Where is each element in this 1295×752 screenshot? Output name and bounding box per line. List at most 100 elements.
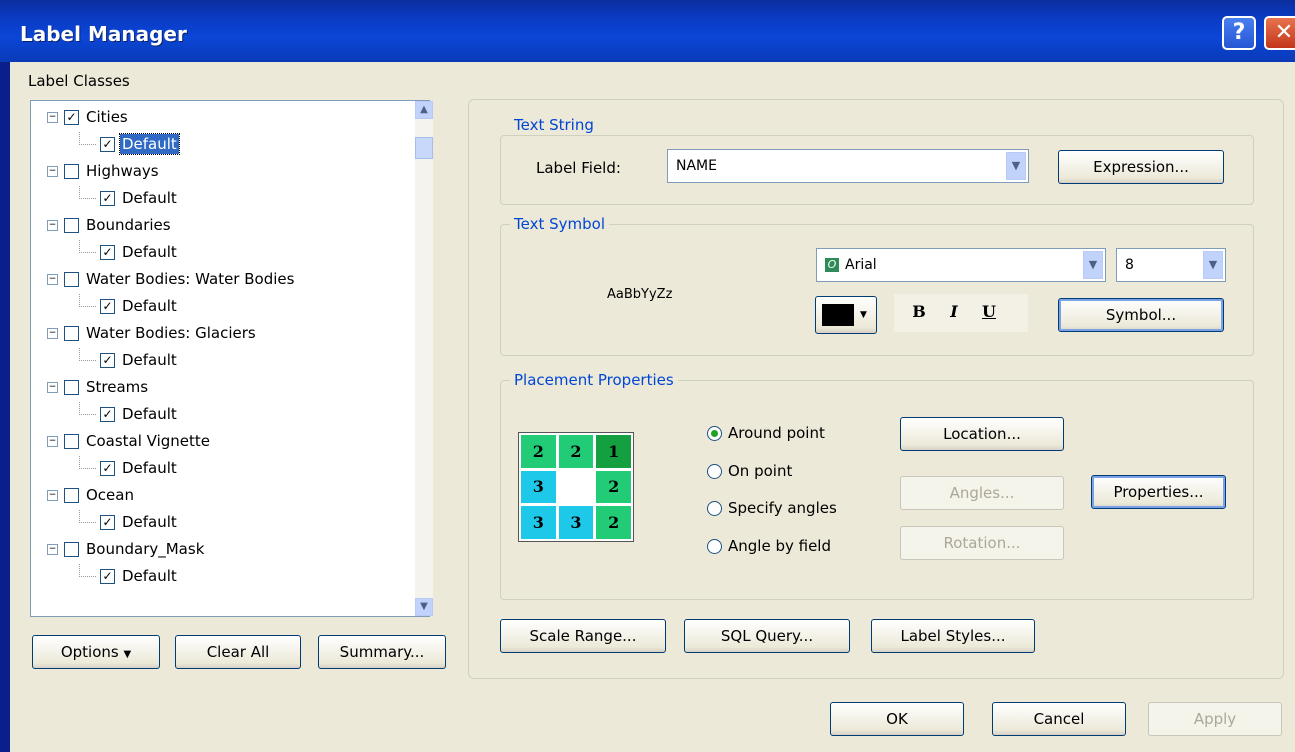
properties-button[interactable]: Properties... [1091, 475, 1226, 509]
ok-button[interactable]: OK [830, 702, 964, 736]
font-size-select[interactable]: 8 ▼ [1116, 248, 1226, 282]
tree-item-class[interactable]: ✓ Default [79, 401, 179, 426]
color-picker-button[interactable]: ▼ [815, 296, 877, 334]
chevron-down-icon[interactable]: ▼ [1203, 251, 1223, 279]
checkbox[interactable] [64, 163, 79, 179]
rotation-button[interactable]: Rotation... [900, 526, 1064, 560]
tree-item-class[interactable]: ✓ Default [79, 239, 179, 264]
radio-icon[interactable] [707, 425, 722, 441]
scroll-thumb[interactable] [415, 137, 433, 159]
collapse-icon[interactable]: − [47, 381, 58, 393]
underline-button[interactable]: U [975, 297, 1003, 327]
bold-button[interactable]: B [905, 297, 933, 327]
label-classes-tree[interactable]: ▲ ▼ − ✓ Cities ✓ Default − Highways ✓ Default − Bo… [30, 100, 433, 617]
radio-icon[interactable] [707, 463, 722, 479]
label-field-select[interactable]: NAME ▼ [667, 149, 1029, 183]
checkbox[interactable] [64, 379, 79, 395]
summary-button[interactable]: Summary... [318, 635, 446, 669]
tree-item-layer[interactable]: − Water Bodies: Water Bodies [47, 267, 296, 291]
checkbox[interactable]: ✓ [100, 136, 115, 152]
italic-button[interactable]: I [940, 297, 968, 327]
radio-label: On point [728, 462, 793, 480]
angles-button[interactable]: Angles... [900, 476, 1064, 510]
checkbox[interactable]: ✓ [100, 352, 115, 368]
checkbox[interactable] [64, 217, 79, 233]
tree-scrollbar[interactable]: ▲ ▼ [415, 101, 433, 616]
tree-item-label: Coastal Vignette [86, 432, 211, 450]
cancel-button[interactable]: Cancel [992, 702, 1126, 736]
tree-item-layer[interactable]: − Coastal Vignette [47, 429, 212, 453]
radio-label: Angle by field [728, 537, 831, 555]
tree-item-layer[interactable]: − Streams [47, 375, 150, 399]
radio-icon[interactable] [707, 500, 722, 516]
chevron-down-icon[interactable]: ▼ [1006, 152, 1026, 180]
checkbox[interactable]: ✓ [100, 406, 115, 422]
checkbox[interactable] [64, 271, 79, 287]
collapse-icon[interactable]: − [47, 435, 58, 447]
radio-specify-angles[interactable]: Specify angles [707, 499, 837, 517]
grid-cell: 3 [558, 506, 594, 539]
radio-around-point[interactable]: Around point [707, 424, 825, 442]
checkbox[interactable]: ✓ [100, 244, 115, 260]
collapse-icon[interactable]: − [47, 489, 58, 501]
scroll-up-icon[interactable]: ▲ [415, 101, 433, 119]
collapse-icon[interactable]: − [47, 273, 58, 285]
font-select[interactable]: O Arial ▼ [816, 248, 1106, 282]
collapse-icon[interactable]: − [47, 219, 58, 231]
tree-item-layer[interactable]: − Boundary_Mask [47, 537, 206, 561]
collapse-icon[interactable]: − [47, 327, 58, 339]
expression-button[interactable]: Expression... [1058, 150, 1224, 184]
tree-item-class[interactable]: ✓ Default [79, 293, 179, 318]
checkbox[interactable]: ✓ [100, 460, 115, 476]
collapse-icon[interactable]: − [47, 543, 58, 555]
window-title: Label Manager [20, 22, 187, 46]
tree-item-class[interactable]: ✓ Default [79, 509, 179, 534]
checkbox[interactable] [64, 487, 79, 503]
label-styles-button[interactable]: Label Styles... [871, 619, 1035, 653]
tree-item-layer[interactable]: − ✓ Cities [47, 105, 130, 129]
tree-item-layer[interactable]: − Boundaries [47, 213, 173, 237]
help-button[interactable]: ? [1222, 16, 1256, 50]
options-button[interactable]: Options ▼ [32, 635, 160, 669]
checkbox[interactable]: ✓ [100, 298, 115, 314]
tree-item-class[interactable]: ✓ Default [79, 563, 179, 588]
radio-icon[interactable] [707, 538, 722, 554]
tree-item-class[interactable]: ✓ Default [79, 455, 179, 480]
checkbox[interactable]: ✓ [100, 514, 115, 530]
tree-item-label: Ocean [86, 486, 134, 504]
grid-cell [558, 470, 594, 504]
sql-query-button[interactable]: SQL Query... [684, 619, 850, 653]
tree-item-layer[interactable]: − Highways [47, 159, 161, 183]
tree-item-class[interactable]: ✓ Default [79, 347, 179, 372]
collapse-icon[interactable]: − [47, 111, 58, 123]
radio-label: Around point [728, 424, 825, 442]
scroll-down-icon[interactable]: ▼ [415, 598, 433, 616]
tree-item-label: Default [122, 243, 177, 261]
clear-all-button[interactable]: Clear All [175, 635, 301, 669]
location-button[interactable]: Location... [900, 417, 1064, 451]
checkbox[interactable] [64, 541, 79, 557]
tree-item-layer[interactable]: − Ocean [47, 483, 136, 507]
dialog-body: Label Classes ▲ ▼ − ✓ Cities ✓ Default − Highw… [10, 62, 1295, 752]
chevron-down-icon[interactable]: ▼ [1083, 251, 1103, 279]
checkbox[interactable]: ✓ [64, 109, 79, 125]
scale-range-button[interactable]: Scale Range... [500, 619, 666, 653]
symbol-button[interactable]: Symbol... [1058, 298, 1224, 332]
tree-item-label: Water Bodies: Glaciers [86, 324, 256, 342]
tree-item-class[interactable]: ✓ Default [79, 131, 180, 156]
checkbox[interactable] [64, 325, 79, 341]
tree-item-layer[interactable]: − Water Bodies: Glaciers [47, 321, 258, 345]
radio-angle-by-field[interactable]: Angle by field [707, 537, 831, 555]
tree-item-label: Default [119, 133, 180, 155]
tree-item-label: Default [122, 405, 177, 423]
close-button[interactable]: ✕ [1264, 16, 1295, 50]
apply-button[interactable]: Apply [1148, 702, 1282, 736]
checkbox[interactable] [64, 433, 79, 449]
tree-connector [79, 401, 96, 415]
collapse-icon[interactable]: − [47, 165, 58, 177]
checkbox[interactable]: ✓ [100, 190, 115, 206]
checkbox[interactable]: ✓ [100, 568, 115, 584]
tree-item-class[interactable]: ✓ Default [79, 185, 179, 210]
label-field-label: Label Field: [536, 159, 621, 177]
radio-on-point[interactable]: On point [707, 462, 792, 480]
